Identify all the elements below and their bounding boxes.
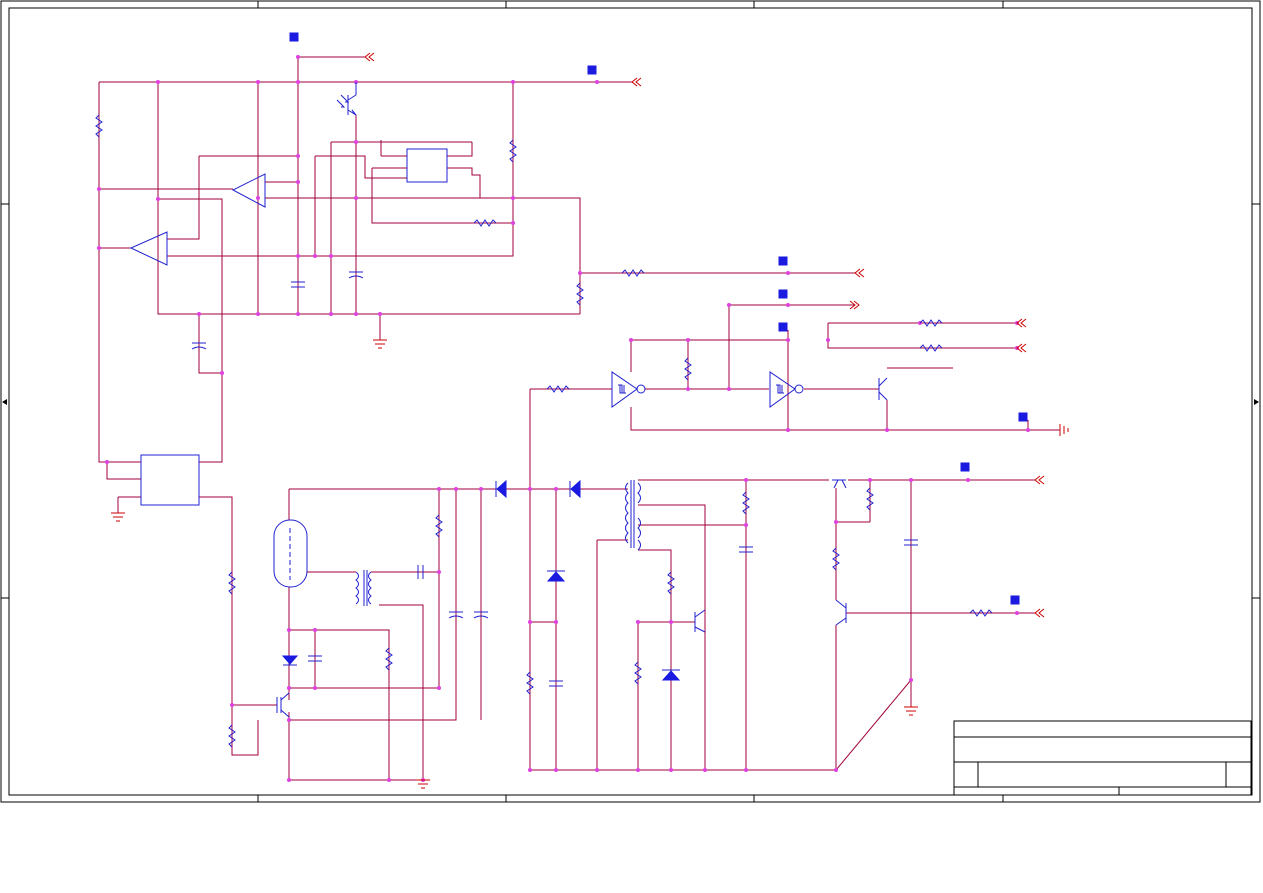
wires-top xyxy=(98,56,855,513)
title-block xyxy=(953,720,1252,796)
wires-bottom xyxy=(199,479,1035,781)
phototransistor xyxy=(336,82,357,116)
transistor-q3 xyxy=(835,599,847,626)
ic-u2 xyxy=(140,454,200,506)
lamp xyxy=(273,519,308,588)
net-flag xyxy=(778,256,788,266)
comparator-lower xyxy=(129,231,168,266)
net-flag xyxy=(960,462,970,472)
net-flags xyxy=(289,32,1028,605)
schematic-sheet xyxy=(0,0,1261,803)
net-flag xyxy=(289,32,299,42)
net-flag xyxy=(778,289,788,299)
transistors xyxy=(276,377,888,718)
transformers xyxy=(355,480,641,606)
net-flag xyxy=(778,322,788,332)
junction-dots xyxy=(97,55,1030,782)
integrated-circuits xyxy=(140,148,448,506)
transistor-q1 xyxy=(878,377,888,401)
ic-u1 xyxy=(406,148,448,183)
drawing-frame xyxy=(0,0,1261,803)
igbt xyxy=(276,692,290,718)
wires-mid xyxy=(529,304,1060,770)
comparators xyxy=(129,173,266,266)
transistor-q4 xyxy=(694,609,706,633)
net-flag xyxy=(587,65,597,75)
comparator-upper xyxy=(231,173,266,208)
ground-symbols xyxy=(111,339,1069,789)
net-flag xyxy=(1018,412,1028,422)
resistors xyxy=(95,114,993,748)
capacitors xyxy=(191,271,918,687)
transistor-q2 xyxy=(832,479,847,489)
net-flag xyxy=(1010,595,1020,605)
